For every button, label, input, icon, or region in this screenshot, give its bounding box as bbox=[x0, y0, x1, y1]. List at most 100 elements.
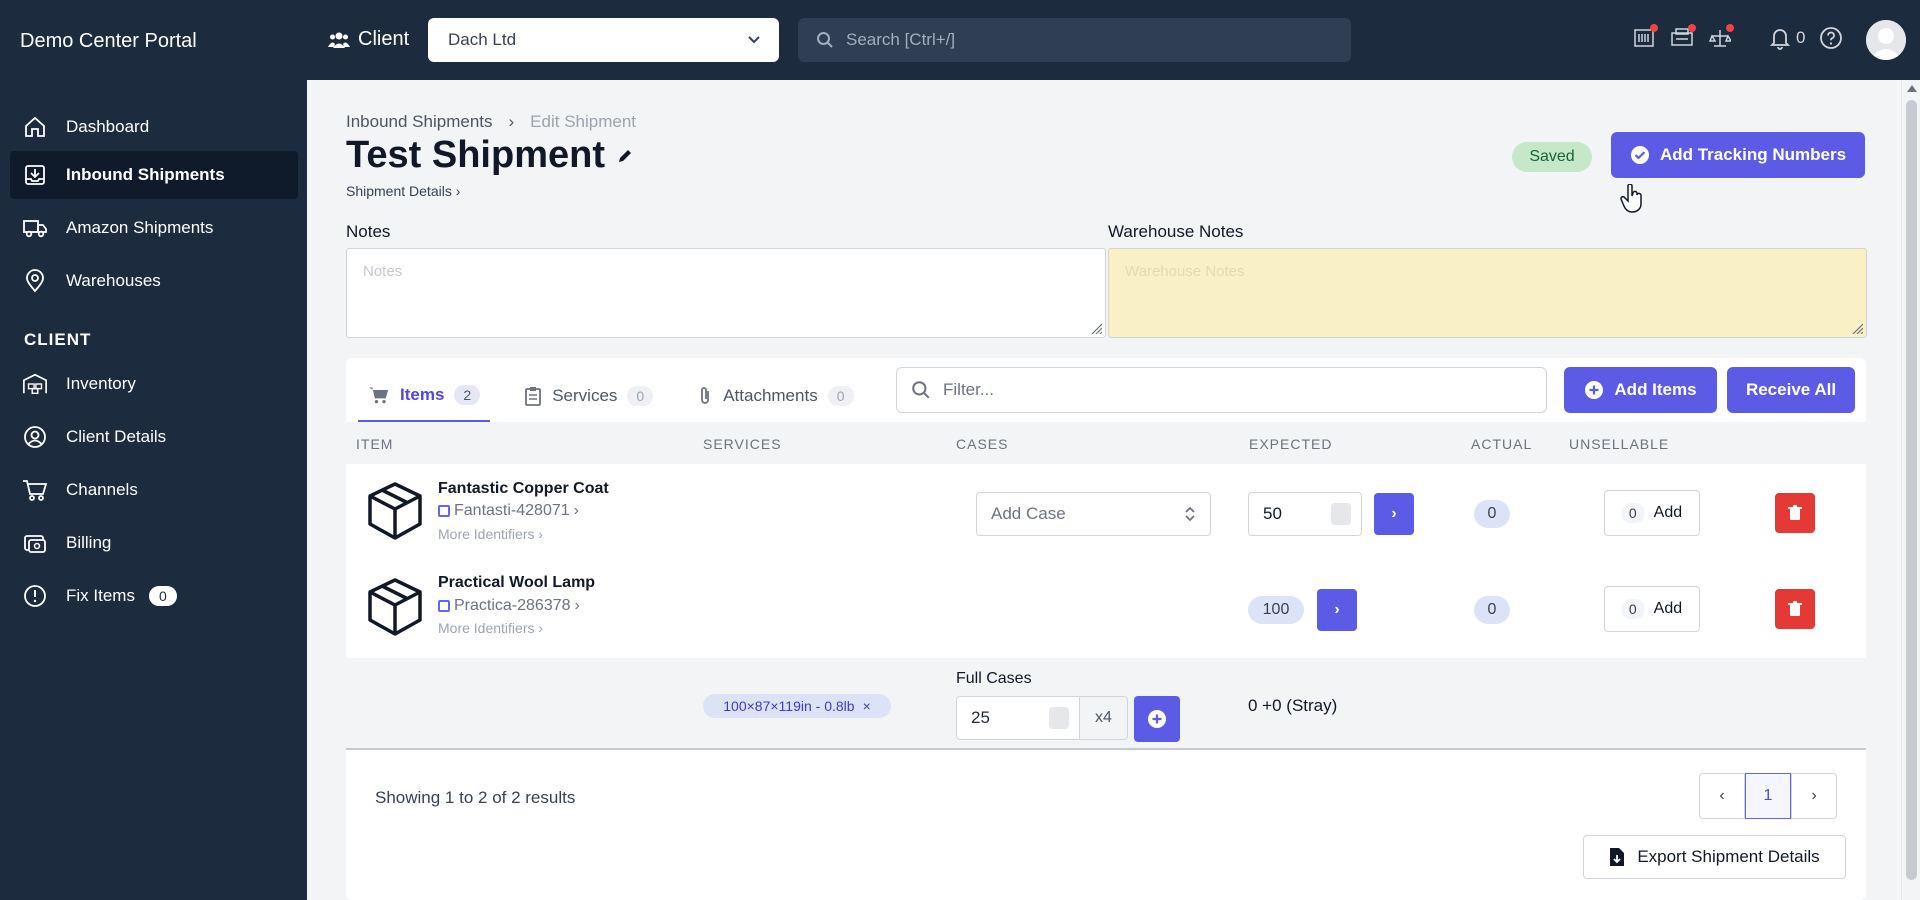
sidebar-item-amazon-shipments[interactable]: Amazon Shipments bbox=[10, 204, 298, 252]
plus-circle-icon bbox=[1585, 381, 1604, 399]
tab-items[interactable]: Items 2 bbox=[358, 370, 491, 422]
breadcrumb-inbound-shipments[interactable]: Inbound Shipments bbox=[346, 112, 493, 132]
pencil-icon[interactable] bbox=[617, 148, 633, 164]
delete-row-button[interactable] bbox=[1775, 493, 1815, 533]
breadcrumb-edit-shipment: Edit Shipment bbox=[530, 112, 637, 131]
truck-icon bbox=[22, 215, 48, 241]
client-select[interactable]: Dach Ltd bbox=[428, 18, 779, 62]
more-identifiers-link[interactable]: More Identifiers › bbox=[438, 620, 543, 636]
add-case-placeholder: Add Case bbox=[991, 504, 1066, 523]
expected-quantity-input[interactable]: 50 bbox=[1248, 492, 1362, 536]
add-items-button[interactable]: Add Items bbox=[1564, 367, 1717, 413]
close-icon[interactable]: × bbox=[863, 698, 871, 714]
sidebar-item-dashboard[interactable]: Dashboard bbox=[10, 103, 298, 151]
filter-input[interactable]: Filter... bbox=[896, 367, 1547, 413]
table-header: ITEM SERVICES CASES EXPECTED ACTUAL UNSE… bbox=[346, 422, 1866, 464]
notes-placeholder: Notes bbox=[363, 263, 403, 280]
add-case-select[interactable]: Add Case bbox=[976, 492, 1211, 536]
unsellable-control[interactable]: 0 Add bbox=[1604, 586, 1700, 632]
brand-title[interactable]: Demo Center Portal bbox=[20, 30, 197, 53]
sidebar-item-client-details[interactable]: Client Details bbox=[10, 413, 298, 461]
case-multiplier: x4 bbox=[1080, 696, 1128, 740]
sidebar-item-billing[interactable]: Billing bbox=[10, 519, 298, 567]
scroll-up-arrow[interactable] bbox=[1907, 85, 1917, 92]
chevron-right-icon: › bbox=[455, 183, 461, 199]
help-icon[interactable] bbox=[1819, 24, 1843, 52]
trash-icon bbox=[1788, 505, 1802, 520]
sidebar-item-inbound-shipments[interactable]: Inbound Shipments bbox=[10, 151, 298, 199]
chevron-right-icon: › bbox=[1811, 787, 1817, 804]
top-bar: Demo Center Portal Client Dach Ltd Searc… bbox=[0, 0, 1920, 80]
warehouse-notes-label: Warehouse Notes bbox=[1108, 222, 1244, 241]
chevron-left-icon: ‹ bbox=[1719, 787, 1725, 804]
plus-circle-icon bbox=[1148, 710, 1166, 728]
sidebar-item-inventory[interactable]: Inventory bbox=[10, 360, 298, 408]
table-row: Fantastic Copper Coat Fantasti-428071 › … bbox=[346, 466, 1866, 562]
resize-handle-icon[interactable] bbox=[1851, 322, 1863, 334]
cart-icon bbox=[22, 477, 48, 503]
unsellable-control[interactable]: 0 Add bbox=[1604, 490, 1700, 536]
sidebar: Dashboard Inbound Shipments Amazon Shipm… bbox=[0, 80, 307, 900]
pagination-page-button[interactable]: 1 bbox=[1745, 773, 1791, 819]
barcode-icon[interactable] bbox=[1632, 24, 1658, 52]
delete-row-button[interactable] bbox=[1775, 589, 1815, 629]
add-full-cases-button[interactable] bbox=[1134, 696, 1180, 742]
page-title-text: Test Shipment bbox=[346, 134, 605, 176]
tab-services[interactable]: Services 0 bbox=[514, 370, 663, 422]
expected-apply-button[interactable]: › bbox=[1317, 589, 1357, 631]
client-select-value: Dach Ltd bbox=[448, 30, 517, 49]
bell-icon[interactable] bbox=[1768, 24, 1792, 52]
scale-icon[interactable] bbox=[1708, 24, 1734, 52]
shipment-details-link[interactable]: Shipment Details › bbox=[346, 183, 460, 199]
column-header-cases: CASES bbox=[956, 436, 1009, 452]
cart-icon bbox=[369, 387, 389, 404]
more-identifiers-link[interactable]: More Identifiers › bbox=[438, 526, 543, 542]
printer-icon[interactable] bbox=[1670, 24, 1696, 52]
filter-placeholder: Filter... bbox=[943, 380, 995, 399]
pagination-next-button[interactable]: › bbox=[1791, 773, 1837, 819]
item-name[interactable]: Fantastic Copper Coat bbox=[438, 480, 609, 498]
breadcrumb: Inbound Shipments › Edit Shipment bbox=[346, 112, 636, 132]
full-cases-input[interactable]: 25 bbox=[956, 696, 1080, 740]
pagination-prev-button[interactable]: ‹ bbox=[1699, 773, 1745, 819]
item-sku[interactable]: Fantasti-428071 › bbox=[438, 502, 579, 520]
stepper-icon[interactable] bbox=[1049, 707, 1069, 729]
saved-badge: Saved bbox=[1512, 142, 1592, 172]
tab-attachments[interactable]: Attachments 0 bbox=[687, 370, 863, 422]
check-circle-icon bbox=[1630, 146, 1649, 164]
home-icon bbox=[22, 114, 48, 140]
sidebar-item-fix-items[interactable]: Fix Items 0 bbox=[10, 572, 298, 620]
avatar[interactable] bbox=[1866, 20, 1906, 60]
stepper-icon[interactable] bbox=[1331, 503, 1351, 525]
warehouse-notes-textarea[interactable]: Warehouse Notes bbox=[1108, 248, 1867, 338]
item-sku[interactable]: Practica-286378 › bbox=[438, 597, 580, 615]
item-name[interactable]: Practical Wool Lamp bbox=[438, 574, 595, 592]
search-icon bbox=[817, 32, 833, 48]
column-header-item: ITEM bbox=[356, 436, 394, 452]
full-cases-value: 25 bbox=[971, 708, 990, 727]
expected-apply-button[interactable]: › bbox=[1374, 493, 1414, 535]
notes-textarea[interactable]: Notes bbox=[346, 248, 1106, 338]
receive-all-button[interactable]: Receive All bbox=[1727, 367, 1855, 413]
add-tracking-numbers-button[interactable]: Add Tracking Numbers bbox=[1611, 132, 1865, 178]
item-sku-text: Practica-286378 bbox=[454, 597, 571, 614]
table-row: Practical Wool Lamp Practica-286378 › Mo… bbox=[346, 562, 1866, 658]
sidebar-item-label: Dashboard bbox=[66, 117, 150, 136]
export-shipment-details-button[interactable]: Export Shipment Details bbox=[1583, 835, 1846, 879]
sidebar-item-channels[interactable]: Channels bbox=[10, 466, 298, 514]
actual-quantity-badge: 0 bbox=[1474, 596, 1510, 624]
scroll-thumb[interactable] bbox=[1906, 100, 1917, 880]
resize-handle-icon[interactable] bbox=[1090, 322, 1102, 334]
global-search[interactable]: Search [Ctrl+/] bbox=[798, 18, 1351, 62]
sidebar-item-warehouses[interactable]: Warehouses bbox=[10, 257, 298, 305]
chevron-right-icon: › bbox=[574, 597, 580, 614]
actual-quantity-badge: 0 bbox=[1474, 500, 1510, 528]
sidebar-item-label: Inventory bbox=[66, 374, 136, 393]
clipboard-icon bbox=[525, 387, 542, 406]
expected-quantity-value: 50 bbox=[1263, 504, 1282, 523]
unsellable-count: 0 bbox=[1621, 503, 1644, 523]
updown-chevron-icon bbox=[1185, 506, 1195, 522]
page-scrollbar[interactable] bbox=[1901, 80, 1920, 900]
notification-count: 0 bbox=[1796, 28, 1806, 47]
unsellable-count: 0 bbox=[1621, 599, 1644, 619]
